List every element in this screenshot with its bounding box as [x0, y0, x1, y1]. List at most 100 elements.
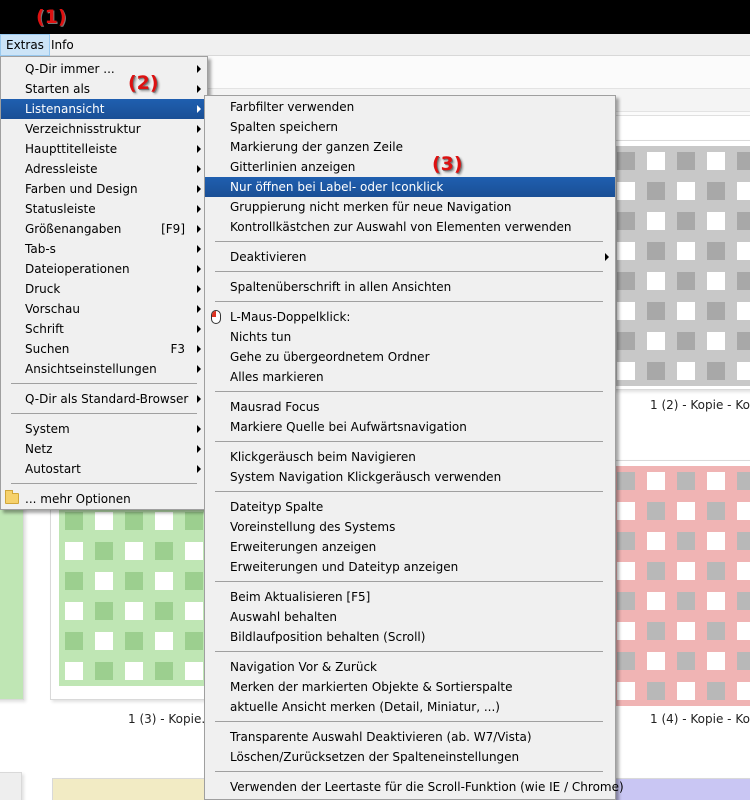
- thumbnail-cell: [641, 556, 671, 586]
- submenu-item-nichts-tun[interactable]: Nichts tun: [205, 327, 615, 347]
- menu-extras[interactable]: Extras: [0, 34, 50, 56]
- thumbnail-cell: [671, 586, 701, 616]
- submenu-item-beim-aktualisieren-f5[interactable]: Beim Aktualisieren [F5]: [205, 587, 615, 607]
- menu-item-haupttitelleiste[interactable]: Haupttitelleiste: [1, 139, 207, 159]
- menu-item-label: Druck: [25, 282, 61, 296]
- menu-item-druck[interactable]: Druck: [1, 279, 207, 299]
- menu-item-label: Tab-s: [25, 242, 56, 256]
- menu-item-label: Größenangaben: [25, 222, 122, 236]
- submenu-item-label: aktuelle Ansicht merken (Detail, Miniatu…: [230, 700, 500, 714]
- thumbnail-cell: [731, 496, 750, 526]
- submenu-item-erweiterungen-und-dateityp-anzeigen[interactable]: Erweiterungen und Dateityp anzeigen: [205, 557, 615, 577]
- submenu-item-label: L-Maus-Doppelklick:: [230, 310, 351, 324]
- submenu-item-label: Spaltenüberschrift in allen Ansichten: [230, 280, 452, 294]
- thumbnail-cell: [731, 146, 750, 176]
- submenu-item-mausrad-focus[interactable]: Mausrad Focus: [205, 397, 615, 417]
- thumbnail-cell: [149, 656, 179, 686]
- thumbnail-cell: [671, 356, 701, 386]
- submenu-item-gitterlinien-anzeigen[interactable]: Gitterlinien anzeigen: [205, 157, 615, 177]
- menu-item-q-dir-als-standard-browser[interactable]: Q-Dir als Standard-Browser: [1, 389, 207, 409]
- thumbnail-cell: [641, 356, 671, 386]
- thumbnail-cell: [149, 536, 179, 566]
- submenu-item-gruppierung-nicht-merken-fur-neue-navigation[interactable]: Gruppierung nicht merken für neue Naviga…: [205, 197, 615, 217]
- thumbnail-cell: [701, 146, 731, 176]
- submenu-item-navigation-vor-zuruck[interactable]: Navigation Vor & Zurück: [205, 657, 615, 677]
- menu-separator: [215, 491, 603, 492]
- menu-item-ansichtseinstellungen[interactable]: Ansichtseinstellungen: [1, 359, 207, 379]
- submenu-item-nur-offnen-bei-label-oder-iconklick[interactable]: Nur öffnen bei Label- oder Iconklick: [205, 177, 615, 197]
- thumbnail-cell: [701, 296, 731, 326]
- thumbnail-green[interactable]: [50, 500, 220, 700]
- submenu-item-alles-markieren[interactable]: Alles markieren: [205, 367, 615, 387]
- menu-item-system[interactable]: System: [1, 419, 207, 439]
- thumbnail-cell: [671, 326, 701, 356]
- submenu-item-kontrollkastchen-zur-auswahl-von-elementen-verwenden[interactable]: Kontrollkästchen zur Auswahl von Element…: [205, 217, 615, 237]
- submenu-item-loschen-zurucksetzen-der-spalteneinstellungen[interactable]: Löschen/Zurücksetzen der Spalteneinstell…: [205, 747, 615, 767]
- thumbnail-gray[interactable]: [610, 140, 750, 390]
- submenu-item-aktuelle-ansicht-merken-detail-miniatur[interactable]: aktuelle Ansicht merken (Detail, Miniatu…: [205, 697, 615, 717]
- annotation-3: (3): [432, 153, 463, 175]
- submenu-item-auswahl-behalten[interactable]: Auswahl behalten: [205, 607, 615, 627]
- menu-item-listenansicht[interactable]: Listenansicht: [1, 99, 207, 119]
- menu-item-verzeichnisstruktur[interactable]: Verzeichnisstruktur: [1, 119, 207, 139]
- thumbnail-cell: [671, 236, 701, 266]
- submenu-item-klickgerausch-beim-navigieren[interactable]: Klickgeräusch beim Navigieren: [205, 447, 615, 467]
- menu-item-grossenangaben[interactable]: Größenangaben [F9]: [1, 219, 207, 239]
- menu-item-label: Dateioperationen: [25, 262, 130, 276]
- menu-item-tab-s[interactable]: Tab-s: [1, 239, 207, 259]
- submenu-item-markiere-quelle-bei-aufwartsnavigation[interactable]: Markiere Quelle bei Aufwärtsnavigation: [205, 417, 615, 437]
- submenu-item-label: Auswahl behalten: [230, 610, 337, 624]
- thumbnail-cell: [701, 556, 731, 586]
- submenu-item-verwenden-der-leertaste-fur-die-scroll-funktion-wie-ie-chrome[interactable]: Verwenden der Leertaste für die Scroll-F…: [205, 777, 624, 797]
- menu-item-netz[interactable]: Netz: [1, 439, 207, 459]
- submenu-item-label: Merken der markierten Objekte & Sortiers…: [230, 680, 513, 694]
- menu-info[interactable]: Info: [46, 34, 79, 56]
- menu-item-vorschau[interactable]: Vorschau: [1, 299, 207, 319]
- thumbnail-cell: [641, 326, 671, 356]
- thumbnail-red[interactable]: [610, 460, 750, 706]
- menu-separator: [11, 383, 197, 384]
- thumbnail-cell: [119, 536, 149, 566]
- thumbnail-cell: [641, 176, 671, 206]
- menu-item-schrift[interactable]: Schrift: [1, 319, 207, 339]
- submenu-item-bildlaufposition-behalten-scroll[interactable]: Bildlaufposition behalten (Scroll): [205, 627, 615, 647]
- chevron-right-icon: [197, 165, 201, 173]
- submenu-item-transparente-auswahl-deaktivieren-ab-w7-vista[interactable]: Transparente Auswahl Deaktivieren (ab. W…: [205, 727, 615, 747]
- submenu-item-label: Voreinstellung des Systems: [230, 520, 396, 534]
- menu-item-starten-als[interactable]: Starten als: [1, 79, 207, 99]
- menu-item-autostart[interactable]: Autostart: [1, 459, 207, 479]
- thumbnail-cell: [119, 506, 149, 536]
- menu-item-adressleiste[interactable]: Adressleiste: [1, 159, 207, 179]
- thumbnail-cell: [671, 206, 701, 236]
- submenu-item-merken-der-markierten-objekte-sortierspalte[interactable]: Merken der markierten Objekte & Sortiers…: [205, 677, 615, 697]
- submenu-item-farbfilter-verwenden[interactable]: Farbfilter verwenden: [205, 97, 615, 117]
- thumbnail-green-left: [0, 500, 24, 700]
- thumbnail-cell: [149, 626, 179, 656]
- submenu-item-system-navigation-klickgerausch-verwenden[interactable]: System Navigation Klickgeräusch verwende…: [205, 467, 615, 487]
- submenu-item-spalten-speichern[interactable]: Spalten speichern: [205, 117, 615, 137]
- menu-item-label: ... mehr Optionen: [25, 492, 131, 506]
- submenu-item-dateityp-spalte[interactable]: Dateityp Spalte: [205, 497, 615, 517]
- thumbnail-cell: [701, 206, 731, 236]
- submenu-item-gehe-zu-ubergeordnetem-ordner[interactable]: Gehe zu übergeordnetem Ordner: [205, 347, 615, 367]
- menu-item-q-dir-immer[interactable]: Q-Dir immer ...: [1, 59, 207, 79]
- submenu-item-voreinstellung-des-systems[interactable]: Voreinstellung des Systems: [205, 517, 615, 537]
- menu-item-statusleiste[interactable]: Statusleiste: [1, 199, 207, 219]
- submenu-item-erweiterungen-anzeigen[interactable]: Erweiterungen anzeigen: [205, 537, 615, 557]
- submenu-item-label: System Navigation Klickgeräusch verwende…: [230, 470, 502, 484]
- chevron-right-icon: [197, 365, 201, 373]
- thumbnail-cell: [671, 266, 701, 296]
- submenu-item-markierung-der-ganzen-zeile[interactable]: Markierung der ganzen Zeile: [205, 137, 615, 157]
- thumbnail-cell: [701, 526, 731, 556]
- submenu-item-spaltenuberschrift-in-allen-ansichten[interactable]: Spaltenüberschrift in allen Ansichten: [205, 277, 615, 297]
- submenu-item-l-maus-doppelklick[interactable]: L-Maus-Doppelklick:: [205, 307, 615, 327]
- thumbnail-cell: [641, 146, 671, 176]
- menu-item-dateioperationen[interactable]: Dateioperationen: [1, 259, 207, 279]
- menu-separator: [215, 391, 603, 392]
- thumbnail-cell: [641, 496, 671, 526]
- submenu-item-deaktivieren[interactable]: Deaktivieren: [205, 247, 615, 267]
- menu-item-farben-und-design[interactable]: Farben und Design: [1, 179, 207, 199]
- menu-item-suchen[interactable]: Suchen F3: [1, 339, 207, 359]
- menu-item-mehr-optionen[interactable]: ... mehr Optionen: [1, 489, 207, 509]
- submenu-item-label: Spalten speichern: [230, 120, 338, 134]
